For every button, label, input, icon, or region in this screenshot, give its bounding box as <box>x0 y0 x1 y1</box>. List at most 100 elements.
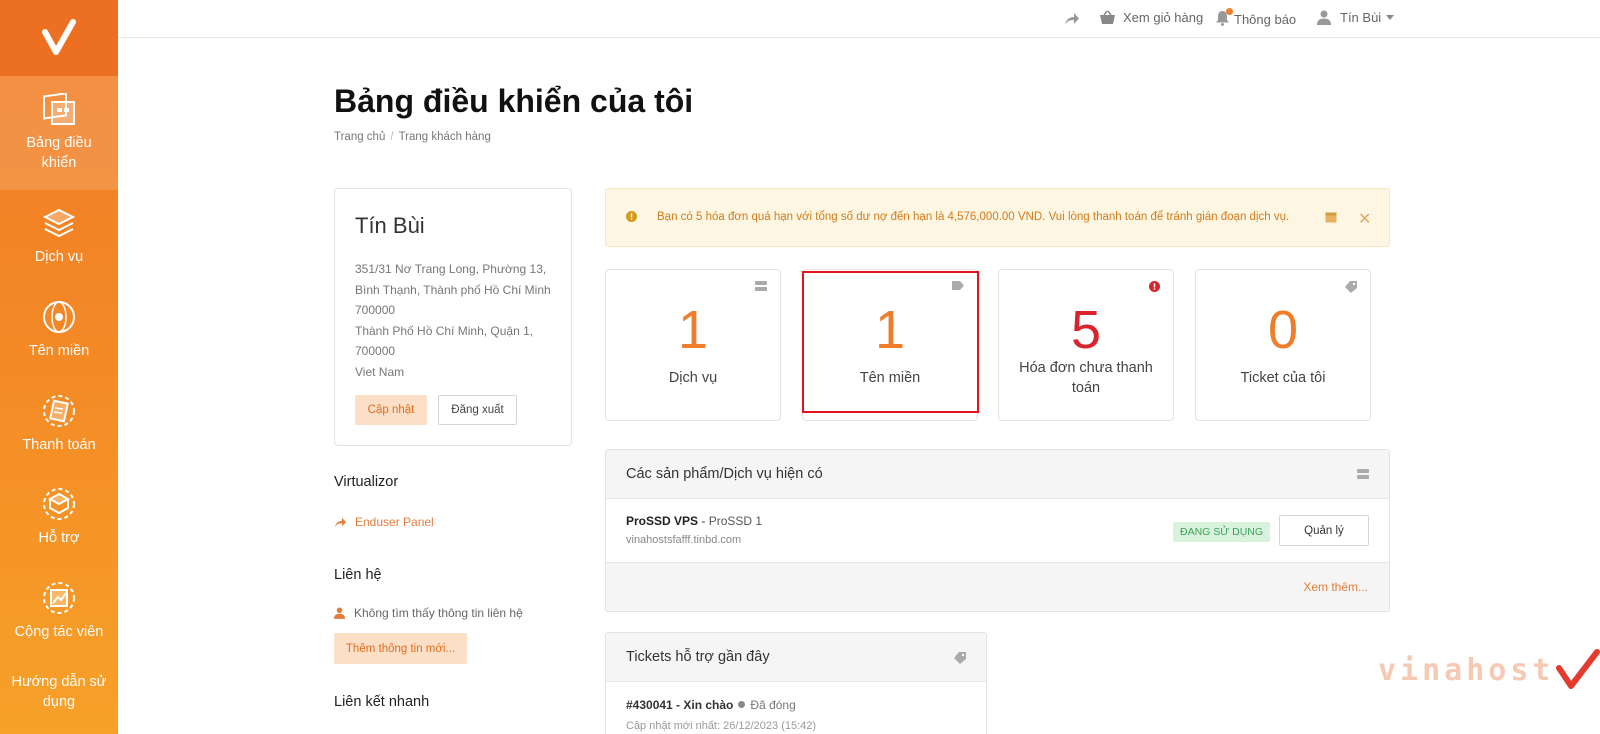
affiliate-icon <box>43 581 75 614</box>
tickets-title: Tickets hỗ trợ gần đây <box>626 649 770 665</box>
invoice-icon[interactable] <box>1325 212 1337 223</box>
warning-icon <box>626 211 637 222</box>
ticket-subject-line: #430041 - Xin chào Đã đóng <box>626 698 796 712</box>
stat-card-tickets[interactable]: 0 Ticket của tôi <box>1195 269 1371 421</box>
sidebar-item-services[interactable]: Dịch vụ <box>0 190 118 283</box>
sidebar-item-label: Bảng điều khiển <box>26 135 92 171</box>
basket-icon <box>1100 10 1115 24</box>
watermark-check-icon <box>1555 649 1600 689</box>
services-icon <box>42 208 76 237</box>
share-button[interactable] <box>1064 12 1080 26</box>
support-icon <box>43 488 75 520</box>
topbar: Xem giỏ hàng Thông báo Tín Bùi <box>118 0 1600 38</box>
ticket-updated: Cập nhật mới nhất: 26/12/2023 (15:42) <box>626 720 817 732</box>
chevron-down-icon <box>1386 15 1395 20</box>
cart-link[interactable]: Xem giỏ hàng <box>1099 10 1203 25</box>
sidebar-item-affiliate[interactable]: Cộng tác viên <box>0 564 118 657</box>
alert-message: Bạn có 5 hóa đơn quá hạn với tổng số dư … <box>657 211 1290 223</box>
billing-icon <box>43 394 75 427</box>
logo-icon <box>42 19 76 55</box>
dashboard-icon <box>43 93 75 125</box>
user-icon <box>334 607 345 619</box>
breadcrumb-home[interactable]: Trang chủ <box>334 131 385 143</box>
panel-header: Các sản phẩm/Dịch vụ hiện có <box>606 450 1389 499</box>
product-row[interactable]: ProSSD VPS - ProSSD 1 vinahostsfafff.tin… <box>606 499 1389 563</box>
enduser-label: Enduser Panel <box>355 515 434 529</box>
update-button[interactable]: Cập nhật <box>355 395 427 425</box>
user-icon <box>1317 10 1331 25</box>
ticket-icon <box>954 652 966 664</box>
address-line: Viet Nam <box>355 364 405 379</box>
stat-card-invoices[interactable]: 5 Hóa đơn chưa thanh toán <box>998 269 1174 421</box>
watermark-text: vinahost <box>1378 652 1555 688</box>
panel-footer: Xem thêm... <box>606 563 1389 611</box>
product-domain: vinahostsfafff.tinbd.com <box>626 534 742 546</box>
server-icon <box>755 281 767 291</box>
close-icon[interactable]: ✕ <box>1358 209 1371 229</box>
profile-card: Tín Bùi 351/31 Nơ Trang Long, Phường 13,… <box>334 188 572 446</box>
sidebar-item-label: Dịch vụ <box>34 248 84 265</box>
notifications-link[interactable]: Thông báo <box>1215 8 1297 29</box>
overdue-alert: Bạn có 5 hóa đơn quá hạn với tổng số dư … <box>605 188 1390 247</box>
sidebar-item-billing[interactable]: Thanh toán <box>0 377 118 470</box>
products-panel: Các sản phẩm/Dịch vụ hiện có ProSSD VPS … <box>605 449 1390 612</box>
profile-name: Tín Bùi <box>355 213 425 238</box>
user-menu[interactable]: Tín Bùi <box>1317 10 1395 25</box>
sidebar-item-label: Hỗ trợ <box>38 530 80 546</box>
profile-address: 351/31 Nơ Trang Long, Phường 13, Bình Th… <box>355 259 560 382</box>
see-more-link[interactable]: Xem thêm... <box>1303 580 1368 594</box>
product-plan: ProSSD 1 <box>708 514 763 528</box>
address-line: Bình Thạnh, Thành phố Hồ Chí Minh <box>355 282 551 297</box>
sidebar-item-guide[interactable]: Hướng dẫn sử dụng <box>0 657 118 727</box>
notifications-label: Thông báo <box>1234 12 1297 27</box>
page-title: Bảng điều khiển của tôi <box>334 83 694 119</box>
add-contact-button[interactable]: Thêm thông tin mới... <box>334 633 467 664</box>
sidebar-item-dashboard[interactable]: Bảng điều khiển <box>0 76 118 190</box>
products-title: Các sản phẩm/Dịch vụ hiện có <box>626 466 823 482</box>
sidebar-item-domain[interactable]: Tên miền <box>0 283 118 377</box>
no-contact-label: Không tìm thấy thông tin liên hệ <box>354 606 523 620</box>
ticket-icon <box>1345 281 1357 293</box>
address-line: Thành Phố Hồ Chí Minh, Quận 1, <box>355 323 534 338</box>
sidebar: Bảng điều khiển Dịch vụ Tên miền Thanh t… <box>0 0 118 734</box>
ticket-status: Đã đóng <box>750 698 796 712</box>
domain-icon <box>43 301 75 333</box>
manage-button[interactable]: Quản lý <box>1279 515 1369 546</box>
virtualizor-heading: Virtualizor <box>334 474 399 490</box>
stat-value: 0 <box>1267 300 1299 360</box>
logout-button[interactable]: Đăng xuất <box>438 395 517 425</box>
stat-label: Dịch vụ <box>668 370 718 386</box>
stat-card-services[interactable]: 1 Dịch vụ <box>605 269 781 421</box>
ticket-subject: #430041 - Xin chào <box>626 698 734 712</box>
stat-label: Hóa đơn chưa thanh toán <box>1019 360 1153 396</box>
ticket-row[interactable]: #430041 - Xin chào Đã đóng Cập nhật mới n… <box>606 682 986 734</box>
cart-label: Xem giỏ hàng <box>1123 10 1204 25</box>
product-name: ProSSD VPS - ProSSD 1 <box>626 514 763 528</box>
breadcrumb-current: Trang khách hàng <box>398 131 491 143</box>
highlight-box <box>802 271 979 413</box>
panel-header: Tickets hỗ trợ gần đây <box>606 633 986 682</box>
stat-value: 5 <box>1070 300 1102 360</box>
tickets-panel: Tickets hỗ trợ gần đây #430041 - Xin chà… <box>605 632 987 734</box>
notification-dot <box>1226 8 1233 15</box>
enduser-panel-link[interactable]: Enduser Panel <box>334 515 434 529</box>
vinahost-watermark: vinahost <box>1378 648 1600 692</box>
address-line: 351/31 Nơ Trang Long, Phường 13, <box>355 262 547 276</box>
status-badge: ĐANG SỬ DỤNG <box>1173 522 1271 542</box>
user-label: Tín Bùi <box>1340 10 1382 25</box>
breadcrumb-separator: / <box>390 131 394 143</box>
logo[interactable] <box>0 0 118 76</box>
sidebar-item-label: Cộng tác viên <box>14 623 104 640</box>
address-line: 700000 <box>355 303 396 317</box>
quicklinks-heading: Liên kết nhanh <box>334 694 430 710</box>
no-contact-text: Không tìm thấy thông tin liên hệ <box>334 606 523 620</box>
share-icon <box>1065 13 1079 25</box>
sidebar-item-support[interactable]: Hỗ trợ <box>0 470 118 564</box>
server-icon <box>1357 469 1369 479</box>
sidebar-item-label: Thanh toán <box>22 436 96 453</box>
address-line: 700000 <box>355 344 396 358</box>
status-dot <box>738 701 746 708</box>
alert-icon <box>1149 281 1160 292</box>
breadcrumb: Trang chủ / Trang khách hàng <box>334 131 491 143</box>
sidebar-item-label: Hướng dẫn sử dụng <box>11 674 107 710</box>
